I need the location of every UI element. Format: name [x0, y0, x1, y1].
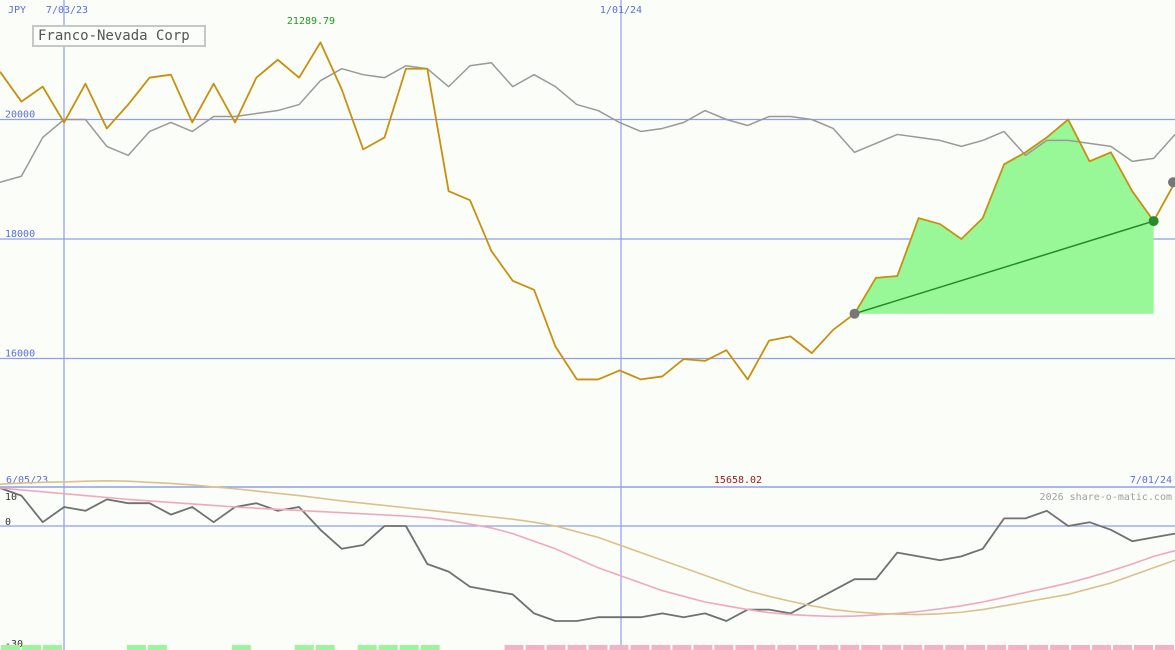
- histogram-bar: [714, 645, 734, 650]
- histogram-bar: [1155, 645, 1174, 650]
- histogram-bar: [756, 645, 776, 650]
- histogram-bar: [609, 645, 629, 650]
- histogram-bar: [1008, 645, 1028, 650]
- histogram-bar: [504, 645, 524, 650]
- histogram-bar: [798, 645, 818, 650]
- histogram-bar: [987, 645, 1007, 650]
- histogram-bar: [945, 645, 965, 650]
- histogram-bar: [378, 645, 398, 650]
- gray-series-line: [0, 61, 1175, 183]
- trend-start-point: [849, 308, 860, 319]
- main-y-tick-label: 16000: [5, 349, 35, 360]
- histogram-bar: [42, 645, 62, 650]
- histogram-bar: [1071, 645, 1091, 650]
- histogram-bar: [735, 645, 755, 650]
- chart-title-box: Franco-Nevada Corp: [32, 25, 206, 47]
- histogram-bar: [1050, 645, 1070, 650]
- histogram-bar: [294, 645, 314, 650]
- histogram-bar: [861, 645, 881, 650]
- histogram-bar: [903, 645, 923, 650]
- trend-end-point: [1148, 216, 1159, 227]
- histogram-bar: [651, 645, 671, 650]
- lower-y-tick-label: 0: [5, 517, 11, 528]
- histogram-bar: [966, 645, 986, 650]
- histogram-bar: [672, 645, 692, 650]
- histogram-bar: [819, 645, 839, 650]
- momentum-line: [0, 487, 1175, 622]
- histogram-bar: [777, 645, 797, 650]
- latest-point: [1168, 177, 1175, 188]
- chart-svg: 20000 18000 16000 JPY 7/03/23 1/01/24 21289.79…: [0, 0, 1175, 650]
- lower-x-tick-label: 7/01/24: [1130, 475, 1172, 486]
- histogram-bar: [147, 645, 167, 650]
- currency-label: JPY: [8, 5, 26, 16]
- histogram-bar: [840, 645, 860, 650]
- histogram-bar: [567, 645, 587, 650]
- histogram-bar: [693, 645, 713, 650]
- histogram-bar: [630, 645, 650, 650]
- histogram-bar: [1, 645, 20, 650]
- histogram-bar: [882, 645, 902, 650]
- signal-line: [0, 487, 1175, 618]
- histogram-bar: [924, 645, 944, 650]
- watermark: 2026 share-o-matic.com: [1040, 492, 1172, 503]
- histogram-bar: [1134, 645, 1154, 650]
- histogram-bar: [1113, 645, 1133, 650]
- histogram-bar: [357, 645, 377, 650]
- histogram-bar: [525, 645, 545, 650]
- histogram-bar: [420, 645, 440, 650]
- histogram-bar: [1092, 645, 1112, 650]
- histogram-bar: [231, 645, 251, 650]
- chart-root: 20000 18000 16000 JPY 7/03/23 1/01/24 21289.79…: [0, 0, 1175, 650]
- histogram-bar: [315, 645, 335, 650]
- histogram-bar: [21, 645, 41, 650]
- mid-value-label: 15658.02: [714, 475, 762, 486]
- histogram-bar: [588, 645, 608, 650]
- x-tick-label: 1/01/24: [600, 5, 642, 16]
- lower-x-tick-label: 6/05/23: [6, 475, 48, 486]
- high-value-label: 21289.79: [287, 16, 335, 27]
- histogram-bar: [546, 645, 566, 650]
- main-y-tick-label: 20000: [5, 110, 35, 121]
- main-y-tick-label: 18000: [5, 229, 35, 240]
- histogram-bar: [1029, 645, 1049, 650]
- histogram-bar: [399, 645, 419, 650]
- histogram-bar: [126, 645, 146, 650]
- trend-fill-area: [854, 119, 1154, 314]
- chart-title: Franco-Nevada Corp: [38, 28, 190, 44]
- signal-line: [0, 479, 1175, 616]
- x-tick-label: 7/03/23: [46, 5, 88, 16]
